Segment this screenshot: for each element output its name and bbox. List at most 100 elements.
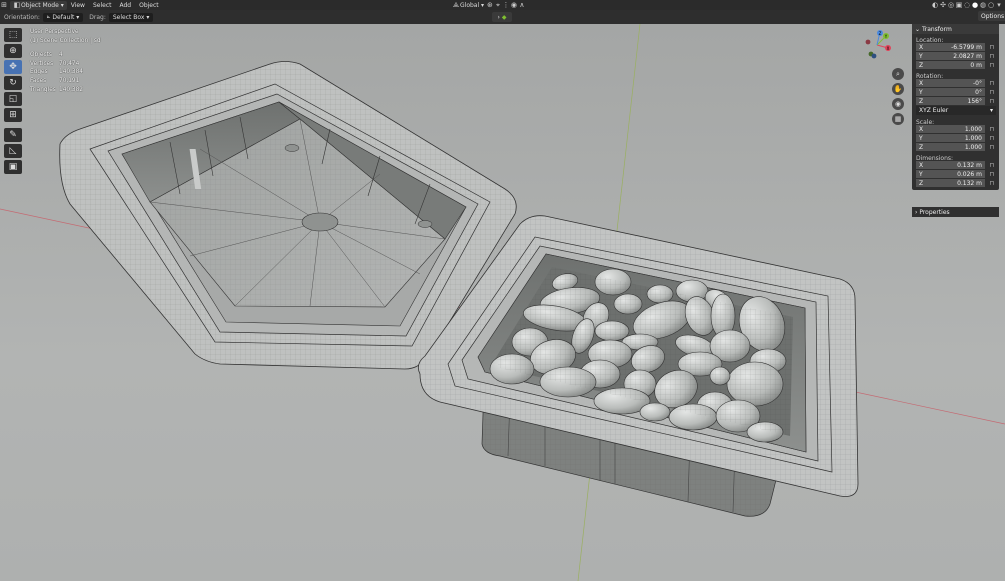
rotation-x-field[interactable]: X -0° ⊓ bbox=[916, 79, 994, 87]
scale-y-field[interactable]: Y 1.000 ⊓ bbox=[916, 134, 994, 142]
collection-label: (1) Scene Collection | sd bbox=[30, 37, 101, 44]
zoom-icon[interactable]: ⌕ bbox=[892, 68, 904, 80]
options-dropdown[interactable]: Options bbox=[978, 11, 1005, 21]
dimensions-y-field[interactable]: Y 0.026 m ⊓ bbox=[916, 170, 994, 178]
scene-render bbox=[0, 24, 1005, 581]
tool-shelf: ⬚ ⊕ ✥ ↻ ◱ ⊞ ✎ ◺ ▣ bbox=[4, 28, 22, 176]
transform-orientation-dropdown[interactable]: Global bbox=[460, 2, 479, 9]
annotate-tool[interactable]: ✎ bbox=[4, 128, 22, 142]
select-box-tool[interactable]: ⬚ bbox=[4, 28, 22, 42]
scale-tool[interactable]: ◱ bbox=[4, 92, 22, 106]
gizmo-y-label: Y bbox=[884, 34, 888, 39]
lock-icon[interactable]: ⊓ bbox=[988, 61, 996, 69]
shading-options-icon[interactable]: ▾ bbox=[995, 1, 1003, 9]
menu-select[interactable]: Select bbox=[89, 2, 116, 9]
scale-z-field[interactable]: Z 1.000 ⊓ bbox=[916, 143, 994, 151]
object-mode-icon: ◧ bbox=[13, 1, 21, 9]
dimensions-x-field[interactable]: X 0.132 m ⊓ bbox=[916, 161, 994, 169]
header-center-group: ⟁ Global ▾ ⊛ ⌖ ⋮ ◉ ∧ bbox=[452, 0, 526, 10]
rotation-mode-dropdown[interactable]: XYZ Euler ▾ bbox=[916, 106, 996, 115]
empty-tray-mesh[interactable] bbox=[59, 61, 517, 370]
chevron-down-icon: ⌄ bbox=[915, 25, 922, 33]
stat-row-vertices: Vertices 70,474 bbox=[30, 60, 80, 67]
lock-icon[interactable]: ⊓ bbox=[988, 52, 996, 60]
rotate-tool[interactable]: ↻ bbox=[4, 76, 22, 90]
menu-add[interactable]: Add bbox=[115, 2, 135, 9]
move-tool[interactable]: ✥ bbox=[4, 60, 22, 74]
solid-shading-icon[interactable]: ● bbox=[971, 1, 979, 9]
falloff-icon[interactable]: ∧ bbox=[518, 1, 526, 9]
location-x-field[interactable]: X -6.5799 m ⊓ bbox=[916, 43, 994, 51]
lock-icon[interactable]: ⊓ bbox=[988, 161, 996, 169]
lock-icon[interactable]: ⊓ bbox=[988, 125, 996, 133]
wireframe-shading-icon[interactable]: ◌ bbox=[963, 1, 971, 9]
editor-type-icon[interactable]: ⊞ bbox=[0, 1, 8, 9]
rendered-shading-icon[interactable]: ○ bbox=[987, 1, 995, 9]
xray-icon[interactable]: ▣ bbox=[955, 1, 963, 9]
stat-row-objects: Objects 4 bbox=[30, 52, 63, 59]
orientation-label: Orientation: bbox=[4, 13, 40, 21]
chevron-down-icon: ▾ bbox=[479, 1, 486, 9]
orientation-dropdown[interactable]: ⟀ Default ▾ bbox=[42, 12, 84, 22]
pivot-icon[interactable]: ⊛ bbox=[486, 1, 494, 9]
camera-view-icon[interactable]: ◉ bbox=[892, 98, 904, 110]
rotation-label: Rotation: bbox=[916, 73, 944, 80]
orientation-value: Default bbox=[52, 13, 75, 21]
3d-viewport[interactable]: User Perspective (1) Scene Collection | … bbox=[0, 24, 1005, 581]
cursor-tool[interactable]: ⊕ bbox=[4, 44, 22, 58]
location-z-field[interactable]: Z0 m ⊓ bbox=[916, 61, 994, 69]
pan-hand-icon[interactable]: ✋ bbox=[892, 83, 904, 95]
visibility-icon[interactable]: ◐ bbox=[931, 1, 939, 9]
transform-tool[interactable]: ⊞ bbox=[4, 108, 22, 122]
perspective-label: User Perspective bbox=[30, 29, 79, 35]
gizmo-neg-x-axis[interactable] bbox=[865, 39, 871, 45]
chevron-down-icon: ▾ bbox=[74, 13, 80, 21]
mode-dropdown[interactable]: ◧ Object Mode ▾ bbox=[10, 0, 67, 10]
gizmo-toggle-icon[interactable]: ✣ bbox=[939, 1, 947, 9]
snap-icon[interactable]: ⌖ bbox=[494, 1, 502, 9]
transform-orientation-icon: ⟁ bbox=[452, 0, 460, 9]
lock-icon[interactable]: ⊓ bbox=[988, 170, 996, 178]
lock-icon[interactable]: ⊓ bbox=[988, 79, 996, 87]
chevron-down-icon: ▾ bbox=[58, 1, 64, 9]
measure-tool[interactable]: ◺ bbox=[4, 144, 22, 158]
chevron-down-icon: ▾ bbox=[989, 107, 993, 114]
snap-settings-icon[interactable]: ⋮ bbox=[502, 1, 510, 9]
overlay-icon[interactable]: ◎ bbox=[947, 1, 955, 9]
menu-view[interactable]: View bbox=[67, 2, 89, 9]
dimensions-label: Dimensions: bbox=[916, 155, 954, 162]
transform-panel-title: Transform bbox=[921, 25, 952, 33]
collection-icon: ◆ bbox=[499, 13, 507, 21]
sidebar-toggle-button[interactable]: › ◆ bbox=[492, 12, 512, 22]
viewport-stats-overlay: User Perspective (1) Scene Collection | … bbox=[30, 28, 101, 94]
lock-icon[interactable]: ⊓ bbox=[988, 179, 996, 187]
material-shading-icon[interactable]: ◍ bbox=[979, 1, 987, 9]
rotation-z-field[interactable]: Z 156° ⊓ bbox=[916, 97, 994, 105]
tool-settings-bar: Orientation: ⟀ Default ▾ Drag: Select Bo… bbox=[0, 10, 1005, 24]
proportional-editing-icon[interactable]: ◉ bbox=[510, 1, 518, 9]
drag-dropdown[interactable]: Select Box ▾ bbox=[108, 12, 154, 22]
menu-object[interactable]: Object bbox=[135, 2, 163, 9]
stat-row-faces: Faces 70,191 bbox=[30, 77, 80, 84]
rotation-y-field[interactable]: Y 0° ⊓ bbox=[916, 88, 994, 96]
navigation-gizmo[interactable]: X Y Z bbox=[862, 30, 892, 60]
transform-panel-header[interactable]: ⌄ Transform bbox=[912, 24, 999, 34]
lock-icon[interactable]: ⊓ bbox=[988, 43, 996, 51]
lock-icon[interactable]: ⊓ bbox=[988, 134, 996, 142]
options-label: Options bbox=[981, 12, 1005, 20]
add-cube-tool[interactable]: ▣ bbox=[4, 160, 22, 174]
grid-perspective-icon[interactable]: ▦ bbox=[892, 113, 904, 125]
drag-value: Select Box bbox=[112, 13, 145, 21]
header-right-group: ◐ ✣ ◎ ▣ ◌ ● ◍ ○ ▾ bbox=[931, 0, 1003, 10]
properties-panel-header[interactable]: › Properties bbox=[912, 207, 999, 217]
gizmo-x-label: X bbox=[887, 46, 890, 51]
lock-icon[interactable]: ⊓ bbox=[988, 88, 996, 96]
mode-label: Object Mode bbox=[21, 1, 59, 9]
drag-label: Drag: bbox=[89, 13, 106, 21]
scale-x-field[interactable]: X 1.000 ⊓ bbox=[916, 125, 994, 133]
lock-icon[interactable]: ⊓ bbox=[988, 143, 996, 151]
gizmo-neg-z-axis[interactable] bbox=[871, 53, 877, 59]
dimensions-z-field[interactable]: Z 0.132 m ⊓ bbox=[916, 179, 994, 187]
lock-icon[interactable]: ⊓ bbox=[988, 97, 996, 105]
location-y-field[interactable]: Y 2.0827 m ⊓ bbox=[916, 52, 994, 60]
